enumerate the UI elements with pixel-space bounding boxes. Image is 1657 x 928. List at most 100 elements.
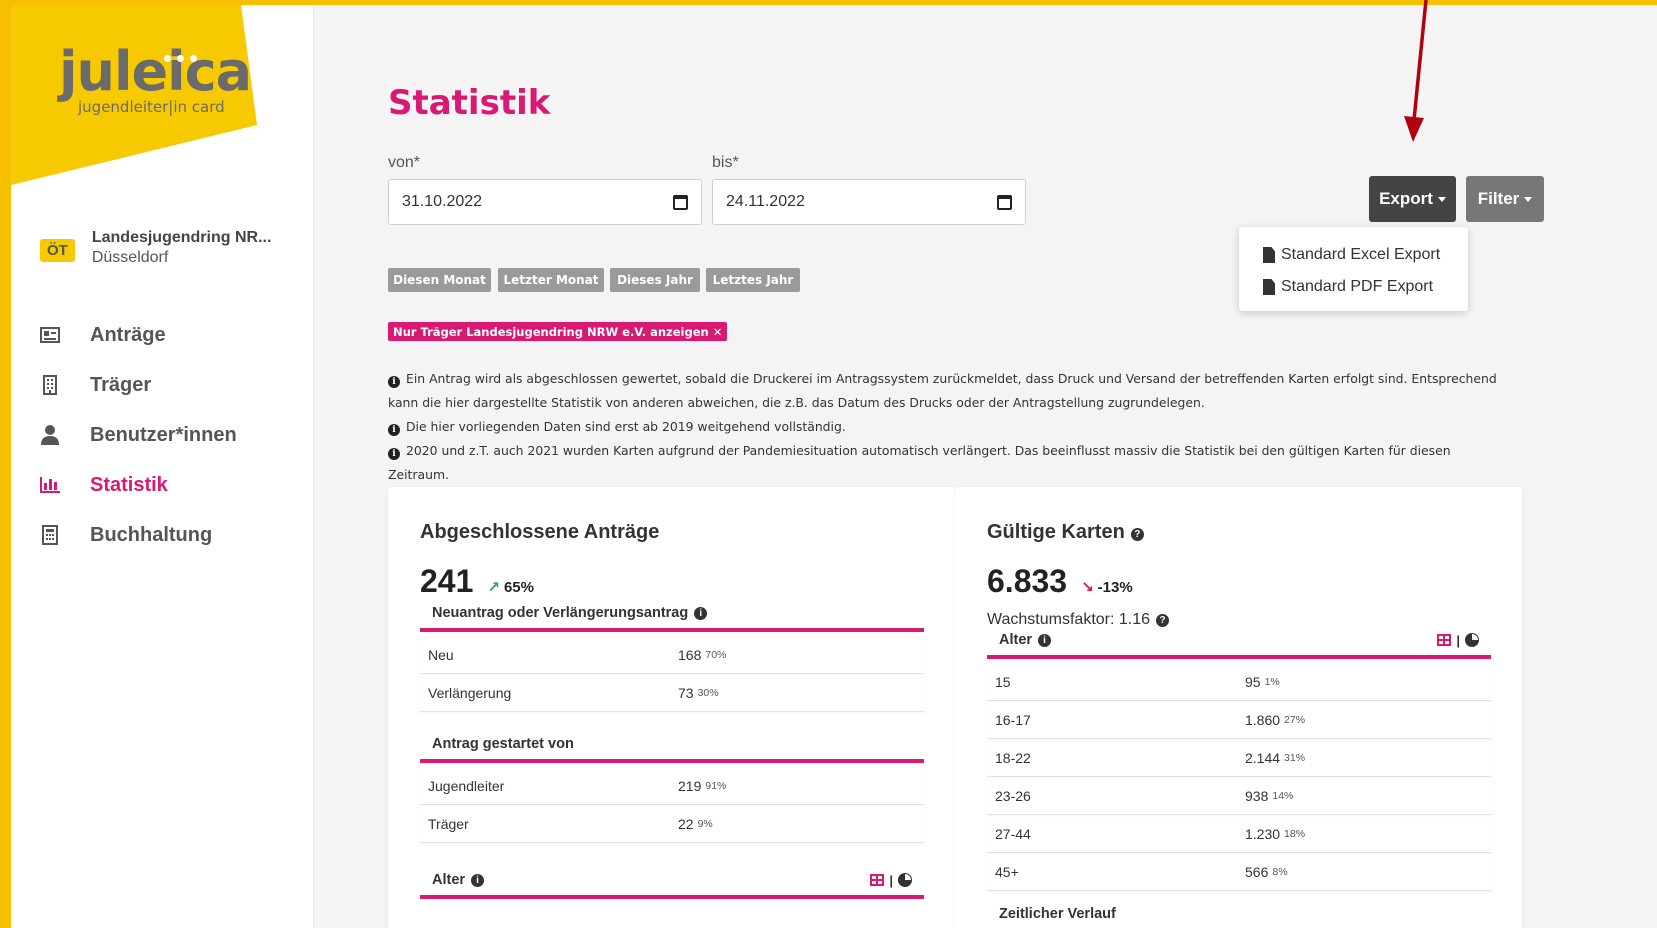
row-percent: 9% bbox=[697, 817, 713, 830]
row-label: 23-26 bbox=[995, 787, 1031, 804]
info-icon: i bbox=[388, 448, 400, 460]
card-title-text: Gültige Karten bbox=[987, 521, 1125, 543]
table-row: Neu 168 70% bbox=[420, 636, 924, 674]
row-label: 45+ bbox=[995, 863, 1019, 880]
row-percent: 31% bbox=[1284, 751, 1306, 764]
main-content: Statistik von* 31.10.2022 bis* 24.11.202… bbox=[314, 5, 1657, 928]
row-label: Neu bbox=[428, 646, 454, 663]
info-note: i Ein Antrag wird als abgeschlossen gewer… bbox=[388, 367, 1498, 415]
pdf-file-icon bbox=[1263, 279, 1275, 295]
table-row: Verlängerung 73 30% bbox=[420, 674, 924, 712]
kpi: 6.833 ↘ -13% bbox=[987, 563, 1133, 600]
section-title: Alter i bbox=[999, 632, 1052, 648]
to-date-input[interactable]: 24.11.2022 bbox=[712, 179, 1026, 225]
info-note-text: Ein Antrag wird als abgeschlossen gewert… bbox=[388, 371, 1497, 410]
sidebar-item-statistik[interactable]: Statistik bbox=[40, 460, 237, 510]
sidebar-item-label: Benutzer*innen bbox=[90, 423, 237, 446]
info-icon[interactable]: i bbox=[1038, 634, 1052, 647]
row-value: 168 bbox=[678, 646, 702, 663]
section-title: Neuantrag oder Verlängerungsantrag i bbox=[432, 605, 708, 621]
to-date-label: bis* bbox=[712, 154, 739, 171]
row-percent: 30% bbox=[697, 686, 719, 699]
card-title: Abgeschlossene Anträge bbox=[420, 521, 660, 543]
pie-chart-icon[interactable] bbox=[1465, 633, 1479, 647]
stats-table: Jugendleiter 219 91% Träger 22 9% bbox=[420, 767, 924, 843]
org-name: Landesjugendring NR... bbox=[91, 229, 272, 246]
row-value: 219 bbox=[678, 777, 702, 794]
help-icon[interactable]: ? bbox=[1130, 528, 1144, 541]
building-icon bbox=[40, 375, 60, 395]
sidebar-item-label: Anträge bbox=[90, 323, 166, 346]
sidebar-item-label: Buchhaltung bbox=[90, 523, 213, 546]
row-percent: 18% bbox=[1284, 827, 1306, 840]
row-value: 95 bbox=[1245, 673, 1261, 690]
organization-info[interactable]: ÖT Landesjugendring NR... Düsseldorf bbox=[40, 229, 271, 267]
active-filter-chip[interactable]: Nur Träger Landesjugendring NRW e.V. anz… bbox=[388, 322, 728, 341]
logo-tagline: jugendleiter|in card bbox=[78, 98, 225, 116]
view-toggle: | bbox=[870, 873, 912, 888]
quick-filter-last-month[interactable]: Letzter Monat bbox=[498, 268, 604, 292]
row-value: 566 bbox=[1245, 863, 1269, 880]
caret-down-icon bbox=[1437, 196, 1446, 202]
section-title: Alter i bbox=[432, 872, 485, 888]
sidebar-item-traeger[interactable]: Träger bbox=[40, 360, 237, 410]
table-row: 15 95 1% bbox=[987, 663, 1491, 701]
sidebar-item-benutzer[interactable]: Benutzer*innen bbox=[40, 410, 237, 460]
trend-up-icon: ↗ bbox=[487, 579, 500, 596]
export-button-label: Export bbox=[1379, 189, 1433, 208]
id-card-icon bbox=[40, 325, 60, 345]
section-title-text: Alter bbox=[432, 872, 466, 888]
row-percent: 27% bbox=[1284, 713, 1306, 726]
row-percent: 8% bbox=[1272, 865, 1288, 878]
menu-item-pdf-export[interactable]: Standard PDF Export bbox=[1239, 271, 1468, 303]
pie-chart-icon[interactable] bbox=[898, 873, 912, 887]
info-icon[interactable]: i bbox=[471, 874, 485, 887]
stats-table: 15 95 1% 16-17 1.860 27% 18-22 2.144 31% 23-26… bbox=[987, 663, 1491, 891]
calendar-icon[interactable] bbox=[673, 194, 688, 210]
row-percent: 91% bbox=[705, 779, 727, 792]
info-icon: i bbox=[388, 424, 400, 436]
user-icon bbox=[40, 425, 60, 445]
quick-filter-this-year[interactable]: Dieses Jahr bbox=[610, 268, 700, 292]
section-title-text: Alter bbox=[999, 632, 1033, 648]
sidebar-item-buchhaltung[interactable]: Buchhaltung bbox=[40, 510, 237, 560]
row-value: 2.144 bbox=[1245, 749, 1281, 766]
card-title: Gültige Karten? bbox=[987, 521, 1144, 544]
logo[interactable]: juleica bbox=[59, 45, 252, 99]
info-note-text: 2020 und z.T. auch 2021 wurden Karten au… bbox=[388, 443, 1451, 482]
filter-button[interactable]: Filter bbox=[1466, 176, 1544, 222]
info-notes: i Ein Antrag wird als abgeschlossen gewer… bbox=[388, 367, 1498, 487]
section-header: Alter i | bbox=[987, 625, 1491, 659]
export-button[interactable]: Export bbox=[1369, 176, 1456, 222]
menu-item-label: Standard Excel Export bbox=[1281, 246, 1441, 263]
table-row: Träger 22 9% bbox=[420, 805, 924, 843]
row-label: 16-17 bbox=[995, 711, 1031, 728]
sidebar-item-label: Statistik bbox=[90, 473, 168, 496]
quick-filter-last-year[interactable]: Letztes Jahr bbox=[706, 268, 800, 292]
section-title: Zeitlicher Verlauf bbox=[999, 906, 1116, 922]
row-label: Jugendleiter bbox=[428, 777, 505, 794]
row-label: 15 bbox=[995, 673, 1011, 690]
info-icon: i bbox=[388, 376, 400, 388]
quick-filter-this-month[interactable]: Diesen Monat bbox=[388, 268, 491, 292]
table-row: 16-17 1.860 27% bbox=[987, 701, 1491, 739]
table-row: 27-44 1.230 18% bbox=[987, 815, 1491, 853]
view-toggle: | bbox=[1437, 633, 1479, 648]
excel-file-icon bbox=[1263, 247, 1275, 263]
table-view-icon[interactable] bbox=[1437, 634, 1452, 646]
valid-cards-card: Gültige Karten? 6.833 ↘ -13% Wachstumsfak… bbox=[955, 487, 1522, 928]
row-label: Träger bbox=[428, 815, 469, 832]
row-percent: 14% bbox=[1272, 789, 1294, 802]
kpi: 241 ↗ 65% bbox=[420, 563, 534, 600]
row-value: 938 bbox=[1245, 787, 1269, 804]
menu-item-excel-export[interactable]: Standard Excel Export bbox=[1239, 239, 1468, 271]
calendar-icon[interactable] bbox=[997, 194, 1012, 210]
table-view-icon[interactable] bbox=[870, 874, 885, 886]
from-date-input[interactable]: 31.10.2022 bbox=[388, 179, 702, 225]
kpi-trend: ↘ -13% bbox=[1081, 578, 1133, 596]
info-icon[interactable]: i bbox=[694, 607, 708, 620]
section-header: Alter i | bbox=[420, 865, 924, 899]
table-row: Jugendleiter 219 91% bbox=[420, 767, 924, 805]
sidebar-item-antraege[interactable]: Anträge bbox=[40, 310, 237, 360]
stats-table: Neu 168 70% Verlängerung 73 30% bbox=[420, 636, 924, 712]
